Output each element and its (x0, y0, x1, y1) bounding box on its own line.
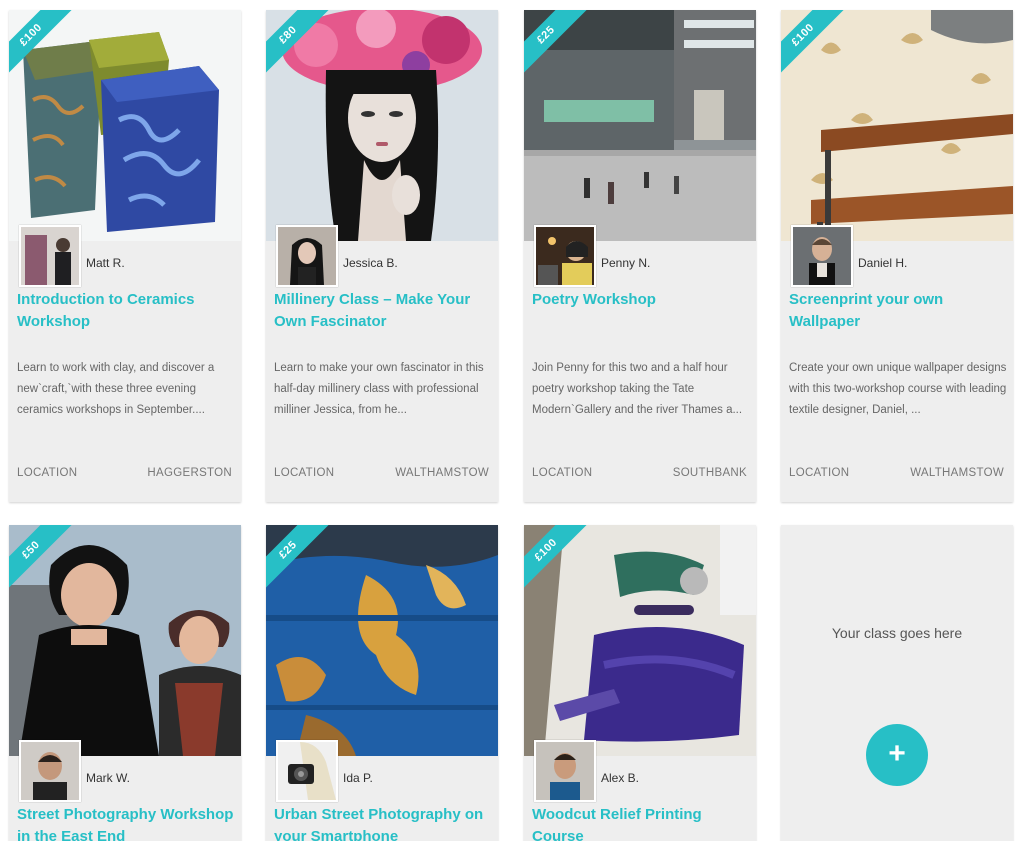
location-value: HAGGERSTON (147, 467, 232, 479)
price-badge: £25 (266, 525, 332, 591)
location-label: LOCATION (17, 467, 78, 479)
class-card[interactable]: £25 Ida P. Urban Street Photography on y… (266, 525, 498, 841)
host-name[interactable]: Alex B. (601, 771, 639, 785)
class-description: Join Penny for this two and a half hour … (532, 362, 743, 416)
class-photo-ceramics[interactable]: £100 (9, 10, 241, 241)
class-card[interactable]: £100 Daniel H. Screenprint your own Wall… (781, 10, 1013, 502)
price-badge: £100 (9, 10, 75, 76)
price-ribbon: £50 (9, 525, 75, 591)
class-photo-millinery[interactable]: £80 (266, 10, 498, 241)
class-photo-poetry[interactable]: £25 (524, 10, 756, 241)
placeholder-text: Your class goes here (831, 625, 963, 641)
class-card[interactable]: £25 Penny N. Poetry Workshop Join Penny … (524, 10, 756, 502)
class-title[interactable]: Poetry Workshop (532, 289, 750, 311)
class-description: Learn to work with clay, and discover a … (17, 362, 215, 416)
class-photo-street[interactable]: £50 (9, 525, 241, 756)
class-title[interactable]: Urban Street Photography on your Smartph… (274, 804, 492, 841)
price-badge: £80 (266, 10, 332, 76)
class-title[interactable]: Millinery Class – Make Your Own Fascinat… (274, 289, 492, 333)
class-description: Learn to make your own fascinator in thi… (274, 362, 484, 416)
host-name[interactable]: Daniel H. (858, 256, 907, 270)
class-title[interactable]: Screenprint your own Wallpaper (789, 289, 1007, 333)
class-title[interactable]: Street Photography Workshop in the East … (17, 804, 235, 841)
host-avatar[interactable] (791, 225, 853, 287)
price-ribbon: £25 (524, 10, 590, 76)
class-title[interactable]: Woodcut Relief Printing Course (532, 804, 750, 841)
host-avatar[interactable] (19, 740, 81, 802)
price-ribbon: £100 (524, 525, 590, 591)
class-description: Create your own unique wallpaper designs… (789, 362, 1007, 416)
price-badge: £100 (524, 525, 590, 591)
host-avatar[interactable] (534, 740, 596, 802)
class-grid: £100 Matt R. Introduction to Ceramics Wo… (0, 0, 1024, 841)
host-name[interactable]: Ida P. (343, 771, 373, 785)
location-value: WALTHAMSTOW (910, 467, 1004, 479)
location-label: LOCATION (532, 467, 593, 479)
host-name[interactable]: Mark W. (86, 771, 130, 785)
price-ribbon: £80 (266, 10, 332, 76)
class-card[interactable]: £50 Mark W. Street Photography Workshop … (9, 525, 241, 841)
add-class-card[interactable]: Your class goes here + (781, 525, 1013, 841)
class-title[interactable]: Introduction to Ceramics Workshop (17, 289, 235, 333)
class-photo-wallpaper[interactable]: £100 (781, 10, 1013, 241)
host-avatar[interactable] (276, 740, 338, 802)
host-avatar[interactable] (534, 225, 596, 287)
class-card[interactable]: £100 Alex B. Woodcut Relief Printing Cou… (524, 525, 756, 841)
host-avatar[interactable] (276, 225, 338, 287)
host-name[interactable]: Penny N. (601, 256, 650, 270)
host-name[interactable]: Matt R. (86, 256, 125, 270)
class-photo-woodcut[interactable]: £100 (524, 525, 756, 756)
price-ribbon: £100 (781, 10, 847, 76)
price-ribbon: £100 (9, 10, 75, 76)
price-badge: £50 (9, 525, 75, 591)
add-class-button[interactable]: + (866, 724, 928, 786)
class-card[interactable]: £80 Jessica B. Millinery Class – Make Yo… (266, 10, 498, 502)
location-value: WALTHAMSTOW (395, 467, 489, 479)
plus-icon: + (888, 737, 906, 770)
location-label: LOCATION (789, 467, 850, 479)
host-avatar[interactable] (19, 225, 81, 287)
host-name[interactable]: Jessica B. (343, 256, 398, 270)
price-badge: £100 (781, 10, 847, 76)
price-badge: £25 (524, 10, 590, 76)
location-value: SOUTHBANK (672, 467, 747, 479)
class-photo-urban[interactable]: £25 (266, 525, 498, 756)
location-label: LOCATION (274, 467, 335, 479)
class-card[interactable]: £100 Matt R. Introduction to Ceramics Wo… (9, 10, 241, 502)
price-ribbon: £25 (266, 525, 332, 591)
